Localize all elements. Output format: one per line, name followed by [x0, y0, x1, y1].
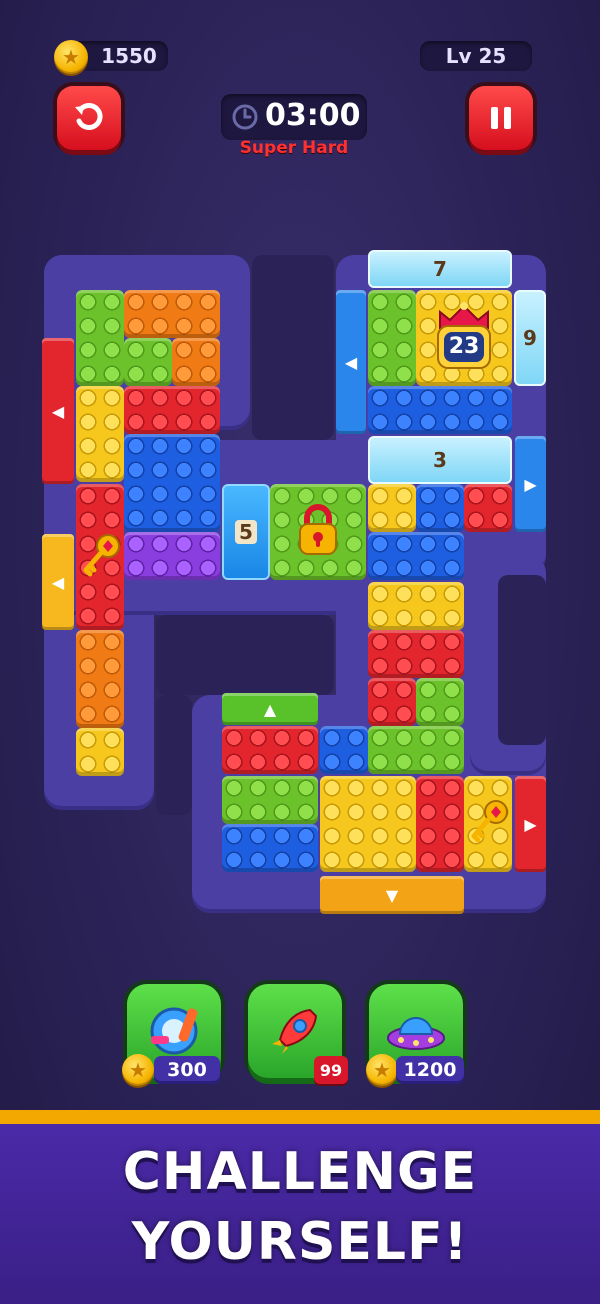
price-label: 1200	[403, 1059, 457, 1081]
exit-gate-yellow: ◀	[42, 534, 74, 630]
coin-count: 1550	[101, 44, 157, 68]
booster-count-badge: 99	[314, 1056, 348, 1084]
price-label: 300	[167, 1059, 207, 1081]
lego-brick-red[interactable]	[124, 386, 220, 434]
ice-block-5[interactable]: 5	[222, 484, 270, 580]
lego-brick-blue[interactable]	[416, 484, 464, 532]
board-gap	[252, 255, 334, 440]
ice-block-9[interactable]: 9	[514, 290, 546, 386]
level-indicator: Lv 25	[420, 41, 532, 71]
exit-gate-green: ▲	[222, 693, 318, 725]
pause-button[interactable]	[469, 86, 533, 150]
lego-brick-purple[interactable]	[124, 532, 220, 580]
lego-brick-blue[interactable]	[368, 386, 512, 434]
board-gap	[156, 695, 192, 815]
ufo-icon	[387, 1017, 445, 1050]
board-gap	[498, 575, 546, 745]
ice-block-7[interactable]: 7	[368, 250, 512, 288]
clock-icon	[232, 104, 258, 130]
rocket-icon	[272, 1008, 318, 1054]
exit-gate-red: ◀	[42, 338, 74, 484]
timer-display: 03:00	[221, 94, 367, 140]
footer-divider	[0, 1110, 600, 1124]
booster-price: 1200	[396, 1056, 464, 1084]
ice-block-3[interactable]: 3	[368, 436, 512, 484]
lego-brick-green[interactable]	[368, 726, 464, 774]
tagline-line-2: YOURSELF!	[131, 1212, 469, 1272]
padlock-icon	[299, 504, 337, 555]
booster-price: 300	[154, 1056, 220, 1084]
count-label: 99	[319, 1060, 343, 1080]
lego-brick-blue[interactable]	[222, 824, 318, 872]
lego-brick-yellow[interactable]	[368, 582, 464, 630]
ice-count: 9	[523, 326, 537, 350]
lego-brick-blue[interactable]	[368, 532, 464, 580]
coin-icon: ★	[54, 40, 88, 74]
exit-gate-red-right: ▶	[515, 776, 546, 872]
exit-gate-blue-right: ▶	[515, 436, 546, 532]
lego-brick-blue[interactable]	[320, 726, 368, 774]
coin-icon: ★	[122, 1054, 154, 1086]
lego-brick-green[interactable]	[76, 290, 124, 386]
lego-brick-orange[interactable]	[76, 630, 124, 728]
restart-icon	[75, 103, 103, 130]
lego-brick-green[interactable]	[124, 338, 172, 386]
lego-brick-yellow[interactable]	[76, 728, 124, 776]
restart-button[interactable]	[57, 86, 121, 150]
ice-count: 5	[235, 520, 257, 544]
lego-brick-red[interactable]	[416, 776, 464, 872]
gear-magnifier-icon	[150, 1007, 198, 1055]
pause-icon	[491, 107, 511, 129]
ice-count: 7	[433, 257, 447, 281]
lego-brick-orange[interactable]	[124, 290, 220, 338]
coin-icon: ★	[366, 1054, 398, 1086]
ice-count: 3	[433, 448, 447, 472]
lego-brick-red[interactable]	[368, 678, 416, 726]
lego-brick-red[interactable]	[464, 484, 512, 532]
exit-gate-orange: ▼	[320, 876, 464, 914]
lego-brick-yellow[interactable]	[320, 776, 416, 872]
key-icon	[83, 534, 120, 577]
lego-brick-green[interactable]	[222, 776, 318, 824]
lego-brick-green[interactable]	[416, 678, 464, 726]
lego-brick-blue[interactable]	[124, 434, 220, 532]
level-label: Lv 25	[445, 44, 507, 68]
crown-counter: 23	[448, 334, 480, 359]
difficulty-label: Super Hard	[239, 138, 349, 158]
tagline-line-1: CHALLENGE	[122, 1142, 478, 1202]
lego-brick-yellow[interactable]	[76, 386, 124, 482]
board-gap	[156, 615, 334, 695]
timer-text: 03:00	[265, 98, 361, 133]
lego-brick-red[interactable]	[368, 630, 464, 678]
lego-brick-green[interactable]	[368, 290, 416, 386]
lego-brick-yellow[interactable]	[368, 484, 416, 532]
exit-gate-blue: ◀	[336, 290, 366, 434]
lego-brick-red[interactable]	[222, 726, 318, 774]
lego-brick-orange[interactable]	[172, 338, 220, 386]
key-icon	[471, 800, 508, 843]
